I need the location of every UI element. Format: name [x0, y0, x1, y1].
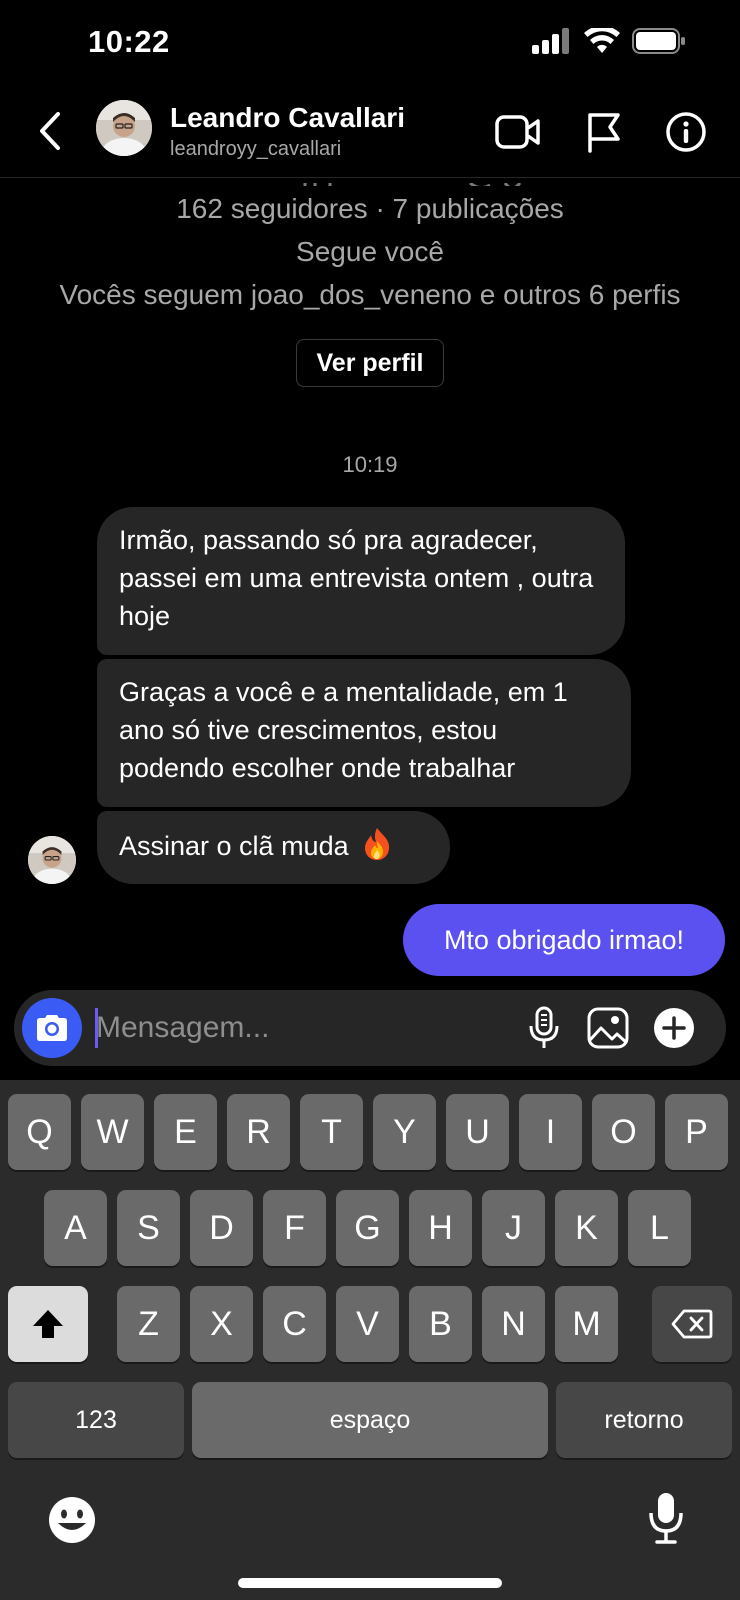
key-v[interactable]: V — [336, 1286, 399, 1362]
keyboard: Q W E R T Y U I O P A S D F G H J K L Z … — [0, 1080, 740, 1600]
message-text: Mto obrigado irmao! — [443, 924, 685, 955]
shift-key[interactable] — [8, 1286, 88, 1362]
key-d[interactable]: D — [190, 1190, 253, 1266]
key-m[interactable]: M — [555, 1286, 618, 1362]
key-w[interactable]: W — [81, 1094, 144, 1170]
home-indicator[interactable] — [238, 1578, 502, 1588]
camera-button[interactable] — [22, 998, 82, 1058]
key-a[interactable]: A — [44, 1190, 107, 1266]
dictation-microphone-icon — [649, 1493, 683, 1544]
received-message[interactable]: Irmão, passando só pra agradecer, passei… — [97, 507, 625, 655]
message-text: Irmão, passando só pra agradecer, passei… — [119, 525, 594, 631]
view-profile-button[interactable]: Ver perfil — [296, 339, 444, 387]
mutual-followers: Vocês seguem joao_dos_veneno e outros 6 … — [59, 279, 681, 310]
key-g[interactable]: G — [336, 1190, 399, 1266]
key-k[interactable]: K — [555, 1190, 618, 1266]
emoji-icon — [49, 1497, 95, 1543]
voice-message-button[interactable] — [520, 1004, 568, 1052]
emoji-button[interactable] — [42, 1490, 102, 1550]
key-o[interactable]: O — [592, 1094, 655, 1170]
key-y[interactable]: Y — [373, 1094, 436, 1170]
avatar[interactable] — [96, 100, 152, 156]
gallery-button[interactable] — [584, 1004, 632, 1052]
sender-avatar[interactable] — [28, 836, 76, 884]
more-options-button[interactable] — [650, 1004, 698, 1052]
message-text: Assinar o clã muda — [119, 831, 349, 861]
received-message[interactable]: Graças a você e a mentalidade, em 1 ano … — [97, 659, 631, 807]
key-i[interactable]: I — [519, 1094, 582, 1170]
info-icon — [666, 112, 706, 152]
key-u[interactable]: U — [446, 1094, 509, 1170]
report-flag-icon — [588, 113, 620, 153]
follows-you-label: Segue você — [296, 236, 444, 267]
scrolled-profile-text — [0, 178, 740, 186]
video-call-button[interactable] — [494, 108, 542, 156]
numbers-key[interactable]: 123 — [8, 1382, 184, 1458]
message-composer — [14, 990, 726, 1066]
wifi-icon — [584, 25, 620, 59]
plus-icon — [654, 1008, 694, 1048]
contact-username[interactable]: leandroyy_cavallari — [170, 138, 341, 161]
key-c[interactable]: C — [263, 1286, 326, 1362]
camera-icon — [37, 1015, 67, 1041]
shift-icon — [33, 1310, 63, 1338]
status-icons — [532, 25, 686, 59]
space-key[interactable]: espaço — [192, 1382, 548, 1458]
video-call-icon — [495, 115, 540, 149]
message-timestamp: 10:19 — [342, 452, 398, 477]
key-n[interactable]: N — [482, 1286, 545, 1362]
backspace-icon — [671, 1309, 713, 1339]
contact-name[interactable]: Leandro Cavallari — [170, 102, 405, 134]
key-s[interactable]: S — [117, 1190, 180, 1266]
message-text: Graças a você e a mentalidade, em 1 ano … — [119, 677, 568, 783]
back-button[interactable] — [30, 108, 70, 154]
backspace-key[interactable] — [652, 1286, 732, 1362]
key-z[interactable]: Z — [117, 1286, 180, 1362]
battery-icon — [632, 28, 686, 59]
profile-stats: 162 seguidores · 7 publicações — [176, 193, 564, 224]
gallery-icon — [587, 1007, 629, 1049]
key-j[interactable]: J — [482, 1190, 545, 1266]
key-x[interactable]: X — [190, 1286, 253, 1362]
received-message[interactable]: Assinar o clã muda — [97, 811, 450, 884]
key-b[interactable]: B — [409, 1286, 472, 1362]
chat-header: Leandro Cavallari leandroyy_cavallari — [0, 90, 740, 178]
return-key[interactable]: retorno — [556, 1382, 732, 1458]
dictation-button[interactable] — [636, 1488, 696, 1548]
key-f[interactable]: F — [263, 1190, 326, 1266]
back-icon — [40, 112, 60, 150]
key-e[interactable]: E — [154, 1094, 217, 1170]
key-l[interactable]: L — [628, 1190, 691, 1266]
key-h[interactable]: H — [409, 1190, 472, 1266]
key-t[interactable]: T — [300, 1094, 363, 1170]
key-r[interactable]: R — [227, 1094, 290, 1170]
cellular-signal-icon — [532, 28, 572, 59]
status-bar: 10:22 — [0, 0, 740, 90]
info-button[interactable] — [662, 108, 710, 156]
report-button[interactable] — [580, 108, 628, 156]
key-p[interactable]: P — [665, 1094, 728, 1170]
microphone-icon — [529, 1006, 559, 1048]
fire-emoji-icon — [362, 827, 392, 861]
status-time: 10:22 — [88, 24, 170, 59]
sent-message[interactable]: Mto obrigado irmao! — [403, 904, 725, 976]
message-input[interactable] — [96, 1000, 426, 1056]
key-q[interactable]: Q — [8, 1094, 71, 1170]
